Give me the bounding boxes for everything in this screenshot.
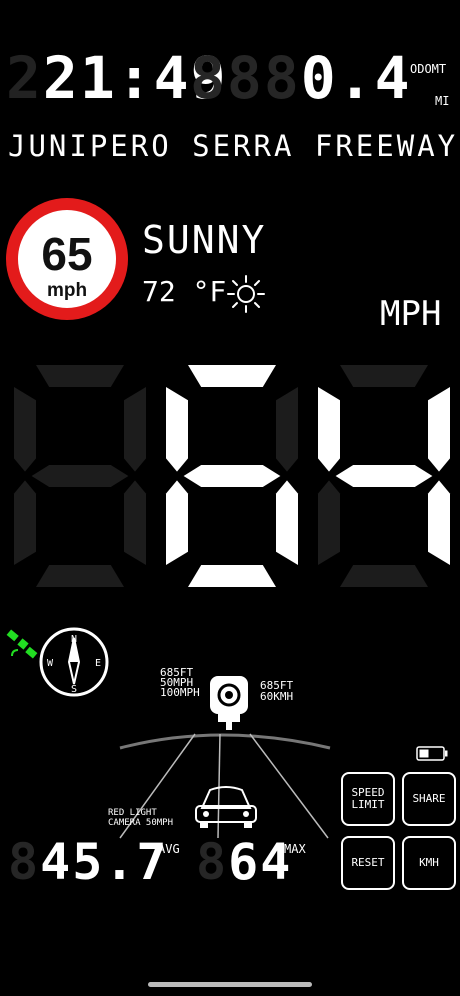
speed-segment-lit [188, 565, 276, 587]
speed-segment-lit [335, 465, 433, 487]
camera-alert: RED LIGHT CAMERA 50MPH [108, 808, 173, 828]
compass-s: S [71, 684, 77, 695]
speed-camera-icon [210, 676, 248, 730]
speed-segment-unlit [14, 387, 36, 472]
max-speed: 864 [196, 836, 292, 888]
max-ghost-digit: 8 [196, 833, 229, 891]
speed-segment-lit [166, 387, 188, 472]
speed-segment-unlit [14, 480, 36, 565]
speed-limit-value: 65 [41, 228, 93, 280]
speed-limit-sign: 65 mph [6, 198, 128, 320]
camera-left-line: 100MPH [160, 686, 200, 699]
odometer-ghost-digits: 888 [190, 44, 301, 112]
battery-icon [416, 746, 448, 761]
speed-ghost-digit [14, 365, 146, 587]
camera-alert-line: RED LIGHT [108, 808, 157, 818]
max-speed-value: 64 [228, 833, 293, 891]
odometer-value: 0.4 [300, 44, 412, 112]
speed-unit: MPH [380, 294, 442, 334]
home-indicator[interactable] [148, 982, 312, 987]
kmh-button[interactable]: KMH [402, 836, 456, 890]
speed-segment-unlit [318, 480, 340, 565]
speed-segment-unlit [124, 387, 146, 472]
speed-digit-tens [166, 365, 298, 587]
average-speed: 845.7 [8, 836, 169, 888]
sun-icon [227, 275, 265, 313]
average-label: AVG [158, 842, 180, 856]
speed-limit-button[interactable]: SPEED LIMIT [341, 772, 395, 826]
compass-n: N [71, 634, 77, 645]
speed-segment-lit [188, 365, 276, 387]
weather-condition: SUNNY [142, 218, 267, 262]
speed-segment-lit [428, 480, 450, 565]
speed-limit-unit: mph [46, 280, 88, 301]
speed-segment-unlit [124, 480, 146, 565]
weather-temperature: 72 °F [142, 275, 227, 308]
camera-alert-line: CAMERA 50MPH [108, 818, 174, 828]
clock-ghost-digit: 2 [6, 44, 43, 112]
speed-segment-lit [428, 387, 450, 472]
speed-segment-lit [318, 387, 340, 472]
speed-segment-unlit [276, 387, 298, 472]
speed-segment-unlit [340, 565, 428, 587]
compass-e: E [95, 658, 101, 669]
share-button[interactable]: SHARE [402, 772, 456, 826]
camera-distance-right: 685FT 60KMH [260, 680, 293, 702]
odometer-label: ODOMT [410, 62, 447, 76]
speed-segment-unlit [340, 365, 428, 387]
speed-segment-unlit [36, 565, 124, 587]
speed-segment-lit [276, 480, 298, 565]
odometer-unit: MI [435, 94, 450, 108]
compass-icon: N E S W [39, 627, 109, 697]
camera-right-line: 60KMH [260, 690, 294, 703]
speed-display: 64 [14, 365, 450, 587]
speed-segment-lit [183, 465, 281, 487]
average-speed-value: 45.7 [40, 833, 169, 891]
odometer: 8880.4 [190, 48, 412, 108]
max-label: MAX [284, 842, 306, 856]
street-name: JUNIPERO SERRA FREEWAY [8, 129, 459, 163]
car-icon [195, 786, 257, 828]
speed-segment-unlit [36, 365, 124, 387]
compass-w: W [47, 658, 54, 669]
average-ghost-digit: 8 [8, 833, 41, 891]
satellite-icon [6, 629, 38, 659]
camera-distance-left: 685FT 50MPH 100MPH [160, 667, 200, 699]
speed-segment-lit [166, 480, 188, 565]
speed-digit-ones [318, 365, 450, 587]
speed-segment-unlit [31, 465, 129, 487]
reset-button[interactable]: RESET [341, 836, 395, 890]
